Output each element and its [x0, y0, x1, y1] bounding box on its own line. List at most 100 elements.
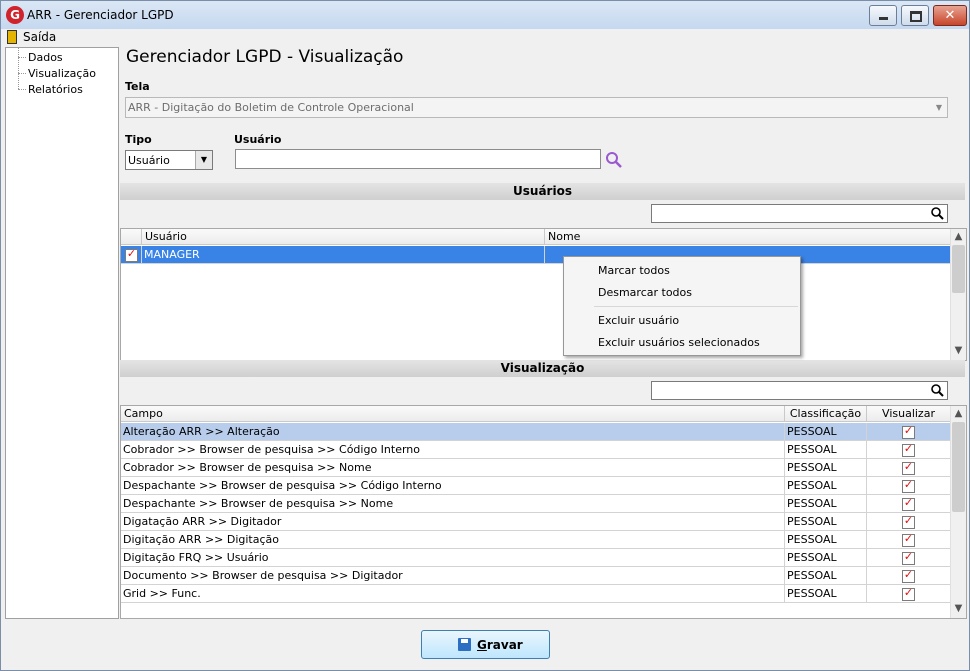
visualizar-cell — [867, 513, 951, 531]
tree-item-dados[interactable]: Dados — [28, 51, 63, 64]
classificacao-cell: PESSOAL — [785, 459, 867, 477]
table-row[interactable]: Digitação ARR >> Digitação PESSOAL — [121, 531, 951, 549]
tela-select-value: ARR - Digitação do Boletim de Controle O… — [128, 101, 414, 114]
campo-cell: Despachante >> Browser de pesquisa >> Có… — [121, 477, 785, 495]
save-button-label: Gravar — [477, 638, 523, 652]
visualizar-cell — [867, 423, 951, 441]
visualizar-checkbox[interactable] — [902, 550, 915, 565]
scroll-thumb[interactable] — [952, 422, 965, 512]
visualizar-checkbox[interactable] — [902, 460, 915, 475]
row-checkbox[interactable] — [125, 247, 138, 262]
close-button[interactable]: ✕ — [933, 5, 967, 26]
exit-door-icon — [7, 30, 17, 44]
table-row[interactable]: Cobrador >> Browser de pesquisa >> Códig… — [121, 441, 951, 459]
campo-cell: Despachante >> Browser de pesquisa >> No… — [121, 495, 785, 513]
classificacao-cell: PESSOAL — [785, 495, 867, 513]
search-icon[interactable] — [931, 207, 944, 220]
visualizar-checkbox[interactable] — [902, 532, 915, 547]
table-row[interactable]: Alteração ARR >> Alteração PESSOAL — [121, 423, 951, 441]
column-header-usuario[interactable]: Usuário — [142, 229, 545, 245]
visualizar-checkbox[interactable] — [902, 478, 915, 493]
page-title: Gerenciador LGPD - Visualização — [126, 47, 404, 67]
visualizacao-filter-input[interactable] — [651, 381, 948, 400]
scroll-up-icon[interactable]: ▲ — [951, 230, 966, 244]
table-row[interactable]: Cobrador >> Browser de pesquisa >> Nome … — [121, 459, 951, 477]
usuario-input[interactable] — [235, 149, 601, 169]
usuarios-section-header: Usuários — [120, 183, 965, 200]
visualizar-checkbox[interactable] — [902, 442, 915, 457]
maximize-icon — [910, 11, 922, 22]
classificacao-cell: PESSOAL — [785, 441, 867, 459]
table-row[interactable]: Digitação FRQ >> Usuário PESSOAL — [121, 549, 951, 567]
close-icon: ✕ — [944, 8, 956, 23]
scroll-up-icon[interactable]: ▲ — [951, 407, 966, 421]
table-row[interactable]: Despachante >> Browser de pesquisa >> No… — [121, 495, 951, 513]
campo-cell: Grid >> Func. — [121, 585, 785, 603]
classificacao-cell: PESSOAL — [785, 567, 867, 585]
visualizar-cell — [867, 477, 951, 495]
minimize-button[interactable] — [869, 5, 897, 26]
visualizar-checkbox[interactable] — [902, 496, 915, 511]
column-header-campo[interactable]: Campo — [121, 406, 785, 422]
app-window: G ARR - Gerenciador LGPD ✕ Saída Dados V… — [0, 0, 970, 671]
tela-select[interactable]: ARR - Digitação do Boletim de Controle O… — [125, 97, 948, 118]
menu-item-marcar-todos[interactable]: Marcar todos — [598, 264, 670, 277]
usuario-label: Usuário — [234, 133, 282, 146]
tela-label: Tela — [125, 80, 150, 93]
usuarios-scrollbar[interactable]: ▲ ▼ — [950, 229, 966, 360]
maximize-button[interactable] — [901, 5, 929, 26]
tipo-select[interactable]: Usuário ▼ — [125, 150, 213, 170]
column-header-classificacao[interactable]: Classificação — [785, 406, 867, 422]
visualizar-cell — [867, 495, 951, 513]
search-icon[interactable] — [605, 151, 623, 169]
navigation-tree: Dados Visualização Relatórios — [5, 47, 119, 619]
visualizacao-grid: Campo Classificação Visualizar Alteração… — [120, 405, 967, 619]
table-row[interactable]: MANAGER — [121, 246, 951, 264]
classificacao-cell: PESSOAL — [785, 423, 867, 441]
table-row[interactable]: Grid >> Func. PESSOAL — [121, 585, 951, 603]
usuarios-filter-input[interactable] — [651, 204, 948, 223]
campo-cell: Digatação ARR >> Digitador — [121, 513, 785, 531]
visualizar-cell — [867, 567, 951, 585]
save-button[interactable]: Gravar — [421, 630, 550, 659]
visualizacao-scrollbar[interactable]: ▲ ▼ — [950, 406, 966, 618]
scroll-down-icon[interactable]: ▼ — [951, 602, 966, 616]
chevron-down-icon: ▼ — [935, 103, 943, 112]
menu-separator — [594, 306, 798, 307]
row-check-cell — [121, 246, 142, 264]
visualizar-cell — [867, 531, 951, 549]
column-header-nome[interactable]: Nome — [545, 229, 951, 245]
tree-connector — [18, 48, 19, 89]
table-row[interactable]: Documento >> Browser de pesquisa >> Digi… — [121, 567, 951, 585]
table-row[interactable]: Despachante >> Browser de pesquisa >> Có… — [121, 477, 951, 495]
menu-item-desmarcar-todos[interactable]: Desmarcar todos — [598, 286, 692, 299]
visualizar-cell — [867, 549, 951, 567]
campo-cell: Documento >> Browser de pesquisa >> Digi… — [121, 567, 785, 585]
campo-cell: Cobrador >> Browser de pesquisa >> Nome — [121, 459, 785, 477]
visualizacao-section-header: Visualização — [120, 360, 965, 377]
tree-item-relatorios[interactable]: Relatórios — [28, 83, 83, 96]
menu-item-excluir-selecionados[interactable]: Excluir usuários selecionados — [598, 336, 760, 349]
menu-item-saida[interactable]: Saída — [23, 30, 56, 44]
menu-bar: Saída — [1, 29, 969, 45]
campo-cell: Cobrador >> Browser de pesquisa >> Códig… — [121, 441, 785, 459]
table-row[interactable]: Digatação ARR >> Digitador PESSOAL — [121, 513, 951, 531]
visualizar-checkbox[interactable] — [902, 586, 915, 601]
visualizar-checkbox[interactable] — [902, 424, 915, 439]
tipo-select-value: Usuário — [128, 154, 170, 167]
search-icon[interactable] — [931, 384, 944, 397]
scroll-down-icon[interactable]: ▼ — [951, 344, 966, 358]
visualizar-cell — [867, 459, 951, 477]
save-disk-icon — [458, 638, 471, 651]
menu-item-excluir-usuario[interactable]: Excluir usuário — [598, 314, 679, 327]
scroll-thumb[interactable] — [952, 245, 965, 293]
tree-connector — [18, 89, 26, 90]
arr-logo-icon: G — [6, 6, 24, 24]
tree-item-visualizacao[interactable]: Visualização — [28, 67, 96, 80]
usuario-cell: MANAGER — [142, 246, 545, 264]
visualizar-checkbox[interactable] — [902, 514, 915, 529]
classificacao-cell: PESSOAL — [785, 549, 867, 567]
column-header-visualizar[interactable]: Visualizar — [867, 406, 951, 422]
visualizar-checkbox[interactable] — [902, 568, 915, 583]
title-bar[interactable]: G ARR - Gerenciador LGPD ✕ — [1, 1, 969, 29]
